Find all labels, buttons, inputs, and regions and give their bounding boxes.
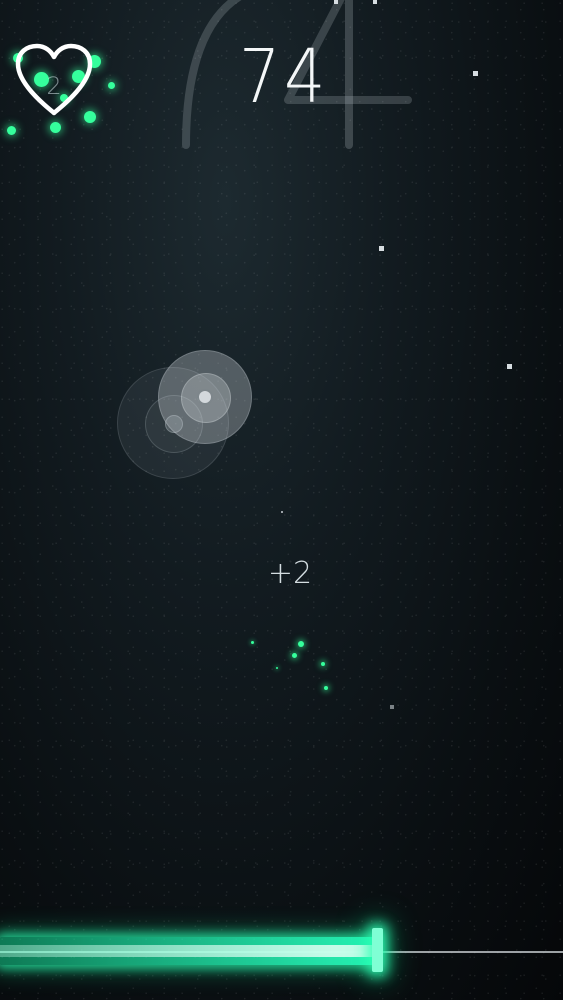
burst-particle — [251, 641, 254, 644]
falling-star — [507, 364, 512, 369]
burst-particle — [298, 641, 304, 647]
burst-particle — [321, 662, 325, 666]
heart-particle — [108, 82, 115, 89]
burst-particle — [292, 653, 297, 658]
burst-particle — [324, 686, 328, 690]
heart-particle — [50, 122, 61, 133]
score-value: 74 — [239, 34, 329, 120]
lives-count: 2 — [46, 72, 62, 100]
lives-indicator: 2 — [0, 24, 130, 154]
falling-star — [281, 511, 283, 513]
falling-star — [473, 71, 478, 76]
falling-star — [379, 246, 384, 251]
falling-star — [373, 0, 377, 4]
progress-head — [372, 928, 383, 972]
level-progress-fill — [0, 937, 377, 965]
game-screen: 74 2 +2 — [0, 0, 563, 1000]
falling-star — [390, 705, 394, 709]
target-ring-active[interactable] — [158, 350, 252, 444]
falling-star — [334, 0, 338, 4]
heart-particle — [7, 126, 16, 135]
burst-particle — [276, 667, 278, 669]
bonus-points-label: +2 — [267, 556, 313, 591]
